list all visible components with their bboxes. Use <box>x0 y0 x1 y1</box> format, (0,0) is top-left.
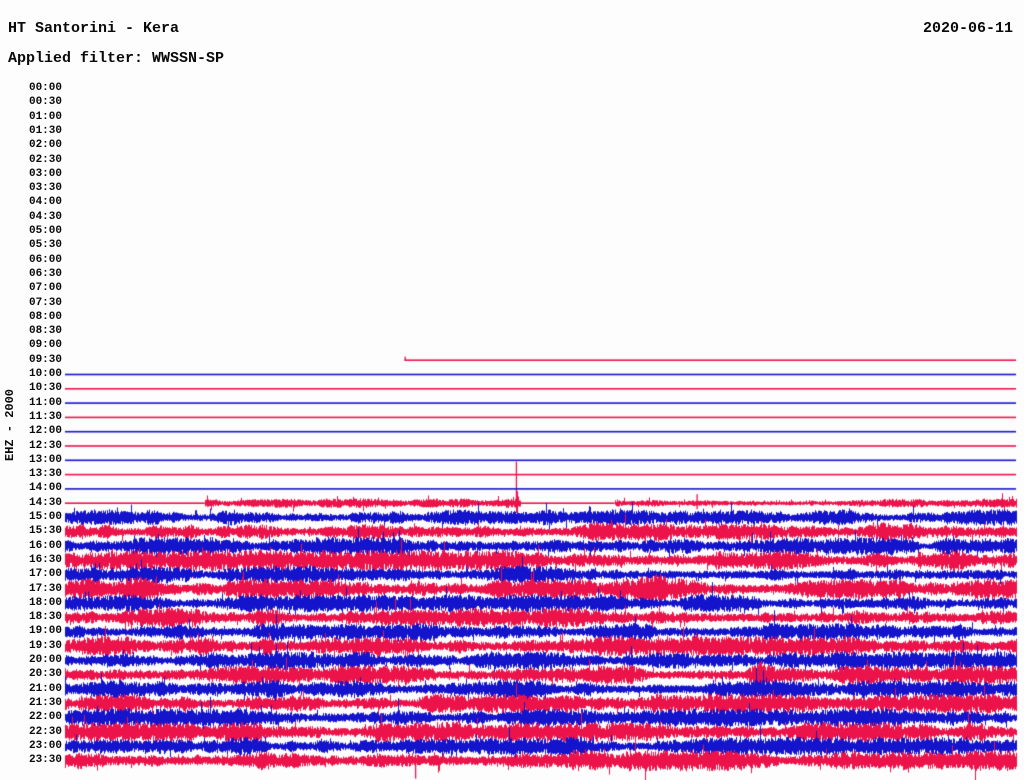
helicorder-page: HT Santorini - Kera 2020-06-11 Applied f… <box>0 0 1024 780</box>
seismogram-trace-canvas <box>0 0 1024 780</box>
